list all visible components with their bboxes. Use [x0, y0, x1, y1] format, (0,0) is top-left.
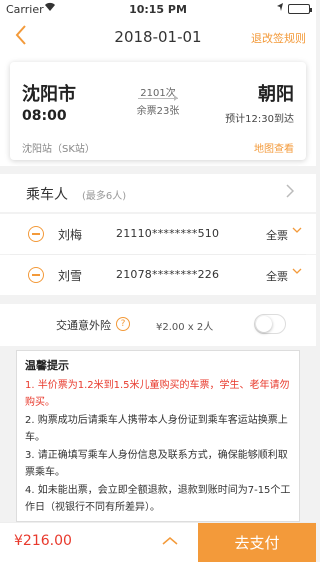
insurance-row: 交通意外险 ? ¥2.00 x 2人: [0, 304, 316, 346]
notice-title: 温馨提示: [25, 359, 69, 372]
notice-box: 温馨提示 1. 半价票为1.2米到1.5米儿童购买的车票，学生、老年请勿购买。 …: [16, 350, 300, 522]
passenger-row: 刘雪 21078********226 全票: [0, 255, 316, 295]
passenger-label: 乘车人: [26, 187, 68, 203]
ticket-area: 沈阳市 08:00 沈阳站（SK站） 2101次 余票23张 朝阳 预计12:3…: [0, 56, 316, 166]
pay-button[interactable]: 去支付: [198, 523, 316, 562]
notice-item: 4. 如未能出票，会立即全额退款，退款到账时间为7-15个工作日（视银行不同有所…: [25, 485, 291, 513]
notice-item: 2. 购票成功后请乘车人携带本人身份证到乘车客运站换票上车。: [25, 415, 288, 443]
notice-item: 1. 半价票为1.2米到1.5米儿童购买的车票，学生、老年请勿购买。: [25, 380, 290, 408]
battery-icon: [288, 3, 312, 14]
departure-station: 沈阳站（SK站）: [22, 144, 95, 155]
passenger-header[interactable]: 乘车人 (最多6人): [0, 174, 316, 212]
help-icon[interactable]: ?: [116, 317, 130, 331]
chevron-up-icon[interactable]: [162, 531, 178, 550]
chevron-down-icon[interactable]: [292, 267, 302, 278]
direction-arrow-icon: [138, 95, 178, 101]
chevron-down-icon[interactable]: [292, 226, 302, 237]
bottom-bar: ¥216.00 去支付: [0, 522, 316, 562]
notice-item: 3. 请正确填写乘车人身份信息及联系方式，确保能够顺利取票乘车。: [25, 450, 288, 478]
passenger-id: 21078********226: [116, 268, 220, 281]
passenger-name: 刘梅: [58, 228, 83, 242]
remove-passenger-icon[interactable]: [28, 226, 44, 242]
location-icon: [276, 2, 284, 15]
passenger-limit-hint: (最多6人): [82, 191, 127, 202]
insurance-label: 交通意外险: [56, 319, 111, 332]
passenger-name: 刘雪: [58, 269, 83, 283]
passenger-id: 21110********510: [116, 227, 220, 240]
insurance-toggle[interactable]: [254, 314, 286, 334]
to-city: 朝阳: [258, 84, 294, 105]
ticket-card: 沈阳市 08:00 沈阳站（SK站） 2101次 余票23张 朝阳 预计12:3…: [10, 62, 306, 160]
insurance-price: ¥2.00 x 2人: [156, 322, 214, 333]
status-bar: Carrier 10:15 PM: [0, 0, 316, 20]
ticket-type-select[interactable]: 全票: [266, 268, 288, 284]
clock: 10:15 PM: [129, 3, 187, 16]
remove-passenger-icon[interactable]: [28, 267, 44, 283]
ticket-type-select[interactable]: 全票: [266, 227, 288, 243]
refund-rule-link[interactable]: 退改签规则: [251, 30, 306, 46]
nav-bar: 2018-01-01 退改签规则: [0, 20, 316, 56]
map-view-link[interactable]: 地图查看: [254, 140, 294, 155]
chevron-right-icon: [286, 184, 295, 202]
passenger-row: 刘梅 21110********510 全票: [0, 214, 316, 254]
total-price: ¥216.00: [14, 533, 72, 549]
arrival-time: 预计12:30到达: [225, 114, 294, 125]
